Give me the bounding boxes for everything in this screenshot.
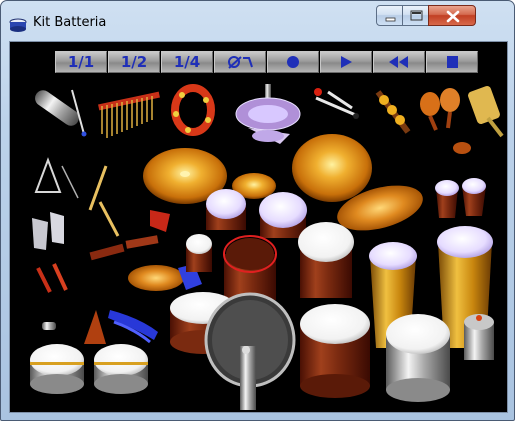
drum-app-icon <box>9 18 27 32</box>
timbale-1[interactable] <box>30 344 84 394</box>
transport-toolbar: 1/1 1/2 1/4 <box>55 51 478 73</box>
vibraslap[interactable] <box>108 310 158 344</box>
close-icon <box>446 10 460 23</box>
tambourine[interactable] <box>171 84 215 136</box>
note-whole-button[interactable]: 1/1 <box>55 51 107 73</box>
note-quarter-label: 1/4 <box>173 53 201 71</box>
minimize-icon <box>385 17 396 22</box>
hand-clap[interactable] <box>32 212 64 250</box>
record-icon <box>287 56 299 68</box>
maracas[interactable] <box>420 88 471 154</box>
play-button[interactable] <box>320 51 372 73</box>
tom-2[interactable] <box>259 192 307 238</box>
cowbell-block[interactable] <box>467 85 504 138</box>
metronome-button[interactable] <box>214 51 266 73</box>
woodblock-red[interactable] <box>150 210 170 232</box>
tom-1[interactable] <box>206 189 246 230</box>
instrument-stage <box>30 84 504 410</box>
maximize-button[interactable] <box>402 5 429 26</box>
ride-cymbal[interactable] <box>292 134 372 202</box>
metronome-pyramid[interactable] <box>84 310 106 344</box>
window-title: Kit Batteria <box>33 15 107 30</box>
timbale-2[interactable] <box>94 344 148 394</box>
drum-kit-panel: 1/1 1/2 1/4 <box>9 41 508 413</box>
record-button[interactable] <box>267 51 319 73</box>
castanets[interactable] <box>36 263 68 293</box>
small-shaker[interactable] <box>42 322 56 330</box>
minimize-button[interactable] <box>376 5 403 26</box>
small-chrome-drum[interactable] <box>464 314 494 360</box>
triangle[interactable] <box>34 157 79 199</box>
small-cymbal[interactable] <box>128 265 184 291</box>
play-icon <box>341 56 352 68</box>
bongos[interactable] <box>435 178 486 218</box>
bass-drum[interactable] <box>204 292 296 410</box>
note-quarter-button[interactable]: 1/4 <box>161 51 213 73</box>
tom-floor-red[interactable] <box>223 235 277 300</box>
note-whole-label: 1/1 <box>67 53 95 71</box>
shaker-stick[interactable] <box>375 90 411 134</box>
claves[interactable] <box>89 235 159 261</box>
stop-button[interactable] <box>426 51 478 73</box>
guiro-instrument[interactable] <box>32 87 82 129</box>
floor-tom[interactable] <box>300 304 370 398</box>
drumsticks-top[interactable] <box>314 88 359 119</box>
close-button[interactable] <box>428 5 476 26</box>
tom-3[interactable] <box>298 222 354 298</box>
maximize-icon <box>410 10 423 21</box>
app-window: Kit Batteria 1/1 1/2 1/4 <box>0 0 515 421</box>
metronome-icon <box>228 56 253 69</box>
rewind-icon <box>389 56 408 68</box>
hihat-stand[interactable] <box>235 84 301 144</box>
tom-small[interactable] <box>186 234 212 272</box>
wind-chimes[interactable] <box>98 91 160 138</box>
rewind-button[interactable] <box>373 51 425 73</box>
note-half-button[interactable]: 1/2 <box>108 51 160 73</box>
title-bar[interactable]: Kit Batteria <box>1 1 514 41</box>
drumsticks-left[interactable] <box>88 165 120 237</box>
stop-icon <box>447 56 458 68</box>
note-half-label: 1/2 <box>120 53 148 71</box>
chrome-snare[interactable] <box>386 314 450 402</box>
